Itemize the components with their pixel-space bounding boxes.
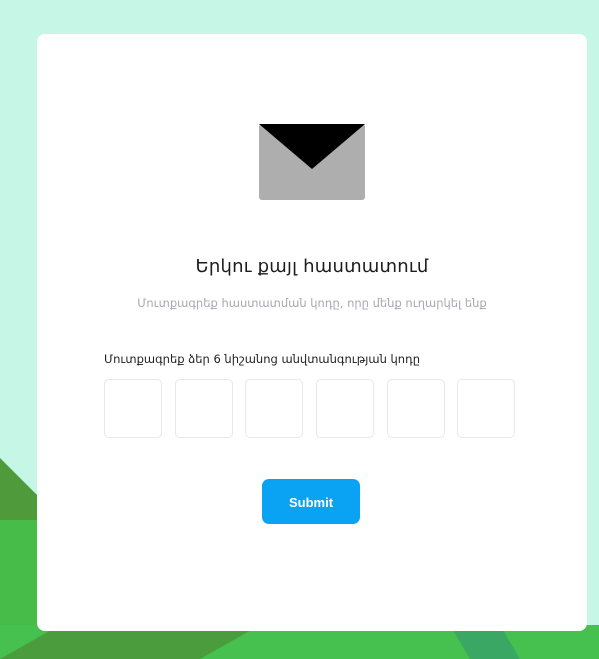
code-digit-input-6[interactable] [457, 379, 515, 438]
code-digit-input-5[interactable] [387, 379, 445, 438]
submit-button[interactable]: Submit [262, 479, 360, 524]
code-digit-input-3[interactable] [245, 379, 303, 438]
verification-card: Երկու քայլ հաստատում Մուտքագրեք հաստատմա… [37, 34, 587, 631]
code-field-label: Մուտքագրեք ձեր 6 նիշանոց անվտանգության կ… [104, 352, 421, 366]
code-input-group [104, 379, 520, 440]
page-subtitle: Մուտքագրեք հաստատման կոդը, որը մենք ուղա… [137, 296, 487, 310]
page-title: Երկու քայլ հաստատում [195, 256, 429, 277]
envelope-icon [259, 124, 365, 200]
code-digit-input-2[interactable] [175, 379, 233, 438]
code-digit-input-4[interactable] [316, 379, 374, 438]
code-digit-input-1[interactable] [104, 379, 162, 438]
